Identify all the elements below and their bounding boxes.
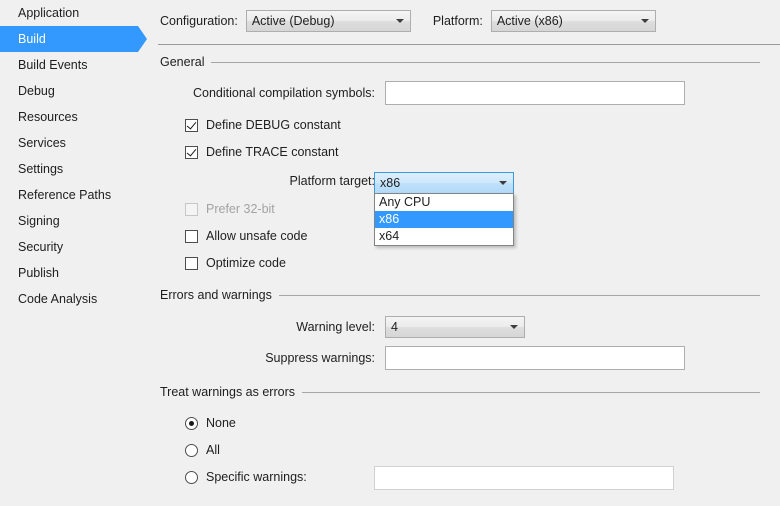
- build-settings-panel: Configuration: Active (Debug) Platform: …: [150, 0, 780, 506]
- conditional-symbols-row: Conditional compilation symbols:: [160, 81, 685, 105]
- dropdown-option-x86[interactable]: x86: [375, 211, 513, 228]
- checkbox-icon: [185, 145, 198, 159]
- sidebar-item-label: Build: [18, 32, 46, 46]
- sidebar-item-build[interactable]: Build: [0, 26, 147, 52]
- optimize-code-label: Optimize code: [206, 256, 286, 270]
- checkbox-icon: [185, 256, 198, 270]
- general-group-title: General: [160, 55, 205, 69]
- platform-target-select[interactable]: x86: [374, 172, 514, 194]
- allow-unsafe-code-label: Allow unsafe code: [206, 229, 308, 243]
- treat-warnings-specific-label: Specific warnings:: [206, 470, 307, 484]
- sidebar-item-label: Application: [18, 6, 80, 20]
- radio-icon: [185, 416, 198, 430]
- allow-unsafe-code-checkbox[interactable]: Allow unsafe code: [185, 226, 307, 246]
- category-sidebar: Application Build Build Events Debug Res…: [0, 0, 150, 506]
- checkbox-icon: [185, 202, 198, 216]
- dropdown-option-x64[interactable]: x64: [375, 228, 513, 245]
- chevron-down-icon: [510, 325, 518, 329]
- platform-label: Platform:: [432, 14, 483, 28]
- sidebar-item-label: Settings: [18, 162, 64, 176]
- radio-icon: [185, 470, 198, 484]
- platform-target-row: Platform target:: [160, 170, 375, 192]
- prefer-32bit-checkbox: Prefer 32-bit: [185, 199, 275, 219]
- treat-warnings-group-header: Treat warnings as errors: [160, 385, 760, 399]
- group-divider: [302, 391, 760, 393]
- sidebar-item-resources[interactable]: Resources: [0, 104, 150, 130]
- group-divider: [211, 61, 760, 63]
- sidebar-item-application[interactable]: Application: [0, 0, 150, 26]
- sidebar-item-label: Signing: [18, 214, 60, 228]
- group-divider: [278, 294, 760, 296]
- toolbar-divider: [158, 44, 780, 45]
- errors-warnings-group-title: Errors and warnings: [160, 288, 272, 302]
- treat-warnings-none-label: None: [206, 416, 236, 430]
- sidebar-item-publish[interactable]: Publish: [0, 260, 150, 286]
- configuration-select-value: Active (Debug): [251, 14, 335, 28]
- sidebar-item-label: Reference Paths: [18, 188, 112, 202]
- configuration-label: Configuration:: [160, 14, 238, 28]
- suppress-warnings-row: Suppress warnings:: [160, 346, 685, 370]
- warning-level-label: Warning level:: [296, 320, 375, 334]
- specific-warnings-input: [374, 466, 674, 490]
- warning-level-row: Warning level: 4: [160, 316, 525, 338]
- sidebar-item-build-events[interactable]: Build Events: [0, 52, 150, 78]
- sidebar-item-label: Resources: [18, 110, 78, 124]
- suppress-warnings-label: Suppress warnings:: [265, 351, 375, 365]
- sidebar-item-label: Build Events: [18, 58, 88, 72]
- dropdown-option-any-cpu[interactable]: Any CPU: [375, 194, 513, 211]
- sidebar-item-settings[interactable]: Settings: [0, 156, 150, 182]
- treat-warnings-all-label: All: [206, 443, 220, 457]
- platform-target-dropdown-list[interactable]: Any CPU x86 x64: [374, 193, 514, 246]
- platform-target-label: Platform target:: [289, 174, 375, 188]
- treat-warnings-all-radio[interactable]: All: [185, 440, 220, 460]
- optimize-code-checkbox[interactable]: Optimize code: [185, 253, 286, 273]
- sidebar-item-label: Services: [18, 136, 66, 150]
- sidebar-item-services[interactable]: Services: [0, 130, 150, 156]
- configuration-toolbar: Configuration: Active (Debug) Platform: …: [160, 9, 656, 33]
- chevron-down-icon: [640, 19, 649, 23]
- configuration-select[interactable]: Active (Debug): [245, 10, 411, 32]
- sidebar-item-label: Publish: [18, 266, 59, 280]
- treat-warnings-specific-radio[interactable]: Specific warnings:: [185, 467, 307, 487]
- selection-arrow-icon: [138, 26, 147, 52]
- sidebar-item-debug[interactable]: Debug: [0, 78, 150, 104]
- sidebar-item-label: Debug: [18, 84, 55, 98]
- conditional-symbols-label: Conditional compilation symbols:: [192, 86, 375, 100]
- treat-warnings-group-title: Treat warnings as errors: [160, 385, 295, 399]
- warning-level-select-value: 4: [391, 320, 398, 334]
- sidebar-item-reference-paths[interactable]: Reference Paths: [0, 182, 150, 208]
- sidebar-item-code-analysis[interactable]: Code Analysis: [0, 286, 150, 312]
- chevron-down-icon: [395, 19, 404, 23]
- general-group-header: General: [160, 55, 760, 69]
- treat-warnings-none-radio[interactable]: None: [185, 413, 236, 433]
- sidebar-item-label: Security: [18, 240, 64, 254]
- platform-select[interactable]: Active (x86): [490, 10, 656, 32]
- checkbox-icon: [185, 118, 198, 132]
- define-trace-checkbox[interactable]: Define TRACE constant: [185, 142, 338, 162]
- checkbox-icon: [185, 229, 198, 243]
- define-debug-label: Define DEBUG constant: [206, 118, 341, 132]
- chevron-down-icon: [499, 181, 507, 185]
- sidebar-item-signing[interactable]: Signing: [0, 208, 150, 234]
- conditional-symbols-input[interactable]: [385, 81, 685, 105]
- errors-warnings-group-header: Errors and warnings: [160, 288, 760, 302]
- sidebar-item-label: Code Analysis: [18, 292, 98, 306]
- platform-select-value: Active (x86): [496, 14, 563, 28]
- radio-icon: [185, 443, 198, 457]
- suppress-warnings-input[interactable]: [385, 346, 685, 370]
- define-debug-checkbox[interactable]: Define DEBUG constant: [185, 115, 341, 135]
- sidebar-item-security[interactable]: Security: [0, 234, 150, 260]
- warning-level-select[interactable]: 4: [385, 316, 525, 338]
- define-trace-label: Define TRACE constant: [206, 145, 339, 159]
- platform-target-select-value: x86: [380, 176, 401, 190]
- prefer-32bit-label: Prefer 32-bit: [206, 202, 275, 216]
